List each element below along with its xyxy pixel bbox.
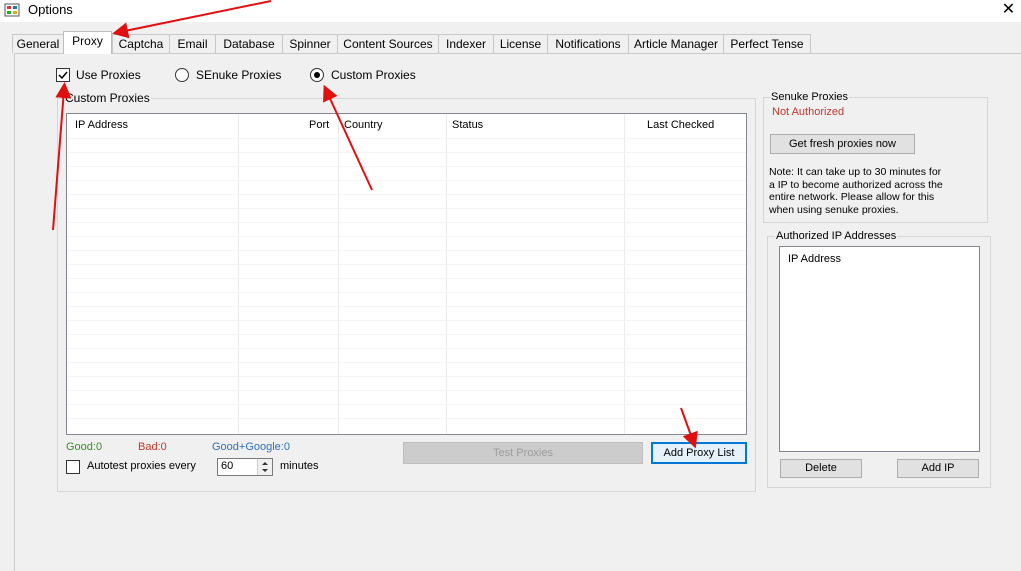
column-status[interactable]: Status bbox=[452, 119, 483, 131]
row-line bbox=[67, 334, 746, 335]
senuke-note: Note: It can take up to 30 minutes for a… bbox=[769, 166, 943, 216]
row-line bbox=[67, 208, 746, 209]
get-fresh-proxies-button[interactable]: Get fresh proxies now bbox=[770, 134, 915, 154]
row-line bbox=[67, 278, 746, 279]
row-line bbox=[67, 180, 746, 181]
tab-general[interactable]: General bbox=[12, 34, 64, 53]
row-line bbox=[67, 250, 746, 251]
checkmark-icon bbox=[58, 71, 68, 80]
tab-content-sources[interactable]: Content Sources bbox=[337, 34, 439, 53]
tab-article-manager[interactable]: Article Manager bbox=[628, 34, 724, 53]
bad-count: Bad:0 bbox=[138, 441, 167, 453]
row-line bbox=[67, 292, 746, 293]
senuke-proxies-group-title: Senuke Proxies bbox=[770, 91, 850, 103]
note-line: a IP to become authorized across the bbox=[769, 178, 943, 191]
test-proxies-button[interactable]: Test Proxies bbox=[403, 442, 643, 464]
custom-proxies-radio[interactable] bbox=[310, 68, 324, 82]
row-line bbox=[67, 236, 746, 237]
row-line bbox=[67, 320, 746, 321]
custom-proxies-label[interactable]: Custom Proxies bbox=[331, 68, 416, 82]
row-line bbox=[67, 166, 746, 167]
minutes-label: minutes bbox=[280, 460, 319, 472]
authorized-ip-list[interactable]: IP Address bbox=[779, 246, 980, 452]
good-count: Good:0 bbox=[66, 441, 103, 453]
use-proxies-label[interactable]: Use Proxies bbox=[76, 68, 141, 82]
tab-email[interactable]: Email bbox=[169, 34, 216, 53]
note-line: entire network. Please allow for this bbox=[769, 191, 935, 203]
row-line bbox=[67, 362, 746, 363]
window-title: Options bbox=[28, 2, 73, 17]
column-country[interactable]: Country bbox=[344, 119, 383, 131]
row-line bbox=[67, 194, 746, 195]
note-line: Note: It can take up to 30 minutes for bbox=[769, 166, 942, 178]
column-last-checked[interactable]: Last Checked bbox=[647, 119, 714, 131]
close-icon: ✕ bbox=[1001, 1, 1016, 18]
row-line bbox=[67, 390, 746, 391]
row-line bbox=[67, 376, 746, 377]
senuke-proxies-radio[interactable] bbox=[175, 68, 189, 82]
column-divider bbox=[238, 114, 239, 434]
row-line bbox=[67, 264, 746, 265]
note-line: when using senuke proxies. bbox=[769, 203, 899, 216]
add-proxy-list-button[interactable]: Add Proxy List bbox=[651, 442, 747, 464]
tab-spinner[interactable]: Spinner bbox=[282, 34, 338, 53]
autotest-interval-stepper[interactable]: 60 bbox=[217, 458, 273, 476]
tab-captcha[interactable]: Captcha bbox=[112, 34, 170, 53]
column-ip-address[interactable]: IP Address bbox=[788, 253, 841, 265]
proxy-list[interactable]: IP Address Port Country Status Last Chec… bbox=[66, 113, 747, 435]
senuke-status: Not Authorized bbox=[772, 106, 845, 118]
tab-license[interactable]: License bbox=[493, 34, 548, 53]
use-proxies-checkbox[interactable] bbox=[56, 68, 70, 82]
radio-selected-dot bbox=[314, 72, 320, 78]
column-ip-address[interactable]: IP Address bbox=[75, 119, 128, 131]
authorized-ip-group-title: Authorized IP Addresses bbox=[775, 230, 898, 242]
row-line bbox=[67, 138, 746, 139]
column-divider bbox=[338, 114, 339, 434]
add-ip-button[interactable]: Add IP bbox=[897, 459, 979, 478]
senuke-proxies-label[interactable]: SEnuke Proxies bbox=[196, 68, 281, 82]
tab-database[interactable]: Database bbox=[215, 34, 283, 53]
row-line bbox=[67, 348, 746, 349]
tab-perfect-tense[interactable]: Perfect Tense bbox=[723, 34, 811, 53]
row-line bbox=[67, 418, 746, 419]
delete-ip-button[interactable]: Delete bbox=[780, 459, 862, 478]
tab-indexer[interactable]: Indexer bbox=[438, 34, 494, 53]
close-button[interactable]: ✕ bbox=[996, 0, 1021, 22]
title-bar: Options ✕ bbox=[0, 0, 1021, 22]
stepper-arrows[interactable] bbox=[257, 459, 272, 475]
autotest-checkbox[interactable] bbox=[66, 460, 80, 474]
column-port[interactable]: Port bbox=[309, 119, 329, 131]
stepper-up-down-icon bbox=[262, 462, 268, 472]
good-google-count: Good+Google:0 bbox=[212, 441, 290, 453]
column-divider bbox=[446, 114, 447, 434]
row-line bbox=[67, 306, 746, 307]
custom-proxies-group-title: Custom Proxies bbox=[64, 91, 151, 105]
column-divider bbox=[624, 114, 625, 434]
app-icon bbox=[4, 3, 20, 17]
tab-notifications[interactable]: Notifications bbox=[547, 34, 629, 53]
autotest-label[interactable]: Autotest proxies every bbox=[87, 460, 196, 472]
autotest-interval-value[interactable]: 60 bbox=[221, 460, 233, 472]
row-line bbox=[67, 222, 746, 223]
tab-proxy[interactable]: Proxy bbox=[63, 31, 112, 54]
row-line bbox=[67, 152, 746, 153]
row-line bbox=[67, 404, 746, 405]
